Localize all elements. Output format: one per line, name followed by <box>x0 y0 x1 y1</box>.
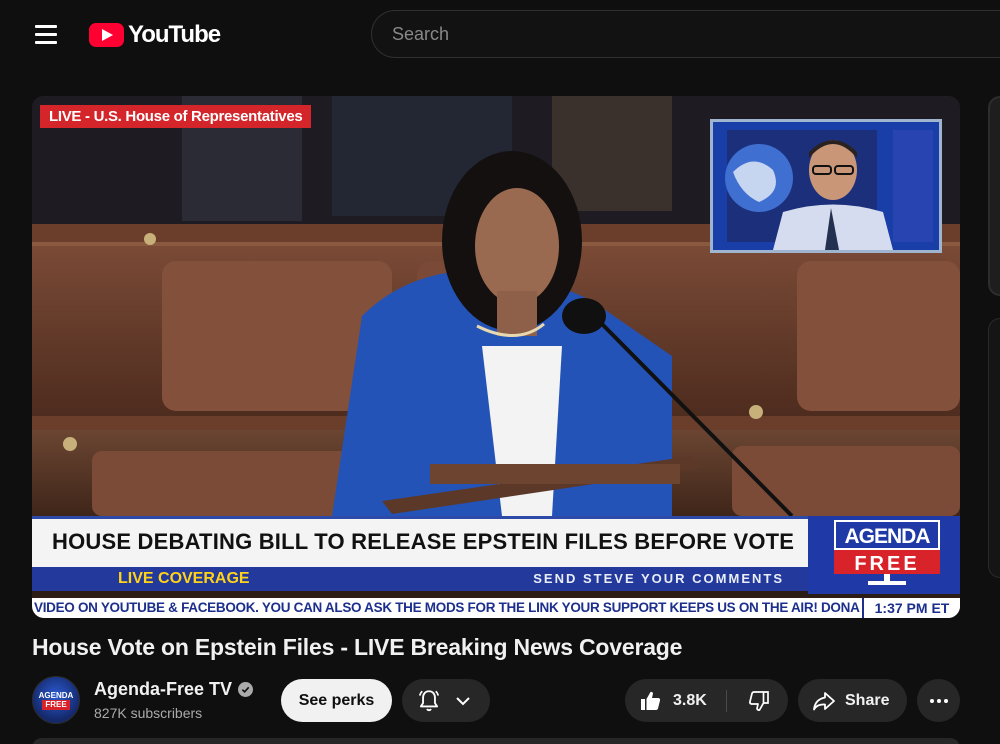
share-label: Share <box>845 691 890 709</box>
host-picture-in-picture <box>710 119 942 253</box>
youtube-logo[interactable]: YouTube <box>89 20 221 50</box>
notifications-button[interactable] <box>402 679 490 722</box>
chyron-headline-bar: HOUSE DEBATING BILL TO RELEASE EPSTEIN F… <box>32 516 808 567</box>
like-dislike-group: 3.8K <box>625 679 788 722</box>
chyron-sub-bar: LIVE COVERAGE SEND STEVE YOUR COMMENTS <box>32 567 808 591</box>
ticker-text: VIDEO ON YOUTUBE & FACEBOOK. YOU CAN ALS… <box>34 600 860 615</box>
dislike-button[interactable] <box>729 679 788 722</box>
live-source-tag: LIVE - U.S. House of Representatives <box>40 105 312 128</box>
like-count: 3.8K <box>673 691 707 709</box>
more-actions-icon[interactable] <box>917 679 960 722</box>
youtube-play-icon <box>89 23 124 47</box>
side-panel-card-secondary[interactable] <box>988 318 1000 578</box>
channel-name-row[interactable]: Agenda-Free TV <box>94 679 254 700</box>
like-button[interactable]: 3.8K <box>625 679 725 722</box>
news-ticker: VIDEO ON YOUTUBE & FACEBOOK. YOU CAN ALS… <box>32 598 960 618</box>
video-player[interactable]: LIVE - U.S. House of Representatives HOU… <box>32 96 960 618</box>
side-panel-card[interactable] <box>988 96 1000 296</box>
agenda-free-brand: AGENDA FREE <box>808 516 960 594</box>
bell-icon <box>418 689 440 711</box>
send-comments-label: SEND STEVE YOUR COMMENTS <box>533 571 784 586</box>
description-box-edge <box>32 738 960 744</box>
logo-text: YouTube <box>128 21 221 48</box>
chyron-headline: HOUSE DEBATING BILL TO RELEASE EPSTEIN F… <box>52 529 795 554</box>
menu-icon[interactable] <box>26 14 66 54</box>
avatar-top-text: AGENDA <box>38 690 74 700</box>
news-chyron: HOUSE DEBATING BILL TO RELEASE EPSTEIN F… <box>32 516 960 618</box>
channel-avatar[interactable]: AGENDA FREE <box>32 676 80 724</box>
agenda-free-logo: AGENDA FREE <box>834 520 940 585</box>
svg-text:FREE: FREE <box>854 553 919 575</box>
chevron-down-icon <box>456 696 470 705</box>
verified-check-icon <box>238 682 254 697</box>
like-divider <box>726 690 727 712</box>
ticker-time: 1:37 PM ET <box>862 598 960 618</box>
search-input[interactable] <box>372 11 1000 57</box>
thumbs-down-icon <box>748 690 769 711</box>
search-box[interactable] <box>371 10 1000 58</box>
share-button[interactable]: Share <box>798 679 907 722</box>
video-title: House Vote on Epstein Files - LIVE Break… <box>32 634 683 660</box>
share-icon <box>813 691 835 710</box>
see-perks-button[interactable]: See perks <box>281 679 392 722</box>
channel-name[interactable]: Agenda-Free TV <box>94 679 232 700</box>
subscriber-count: 827K subscribers <box>94 705 203 721</box>
live-coverage-label: LIVE COVERAGE <box>118 570 250 587</box>
live-coverage-tab: LIVE COVERAGE <box>32 567 352 591</box>
thumbs-up-icon <box>641 691 661 710</box>
masthead: YouTube <box>0 0 1000 70</box>
svg-text:AGENDA: AGENDA <box>844 525 930 548</box>
avatar-bottom-text: FREE <box>42 699 70 710</box>
